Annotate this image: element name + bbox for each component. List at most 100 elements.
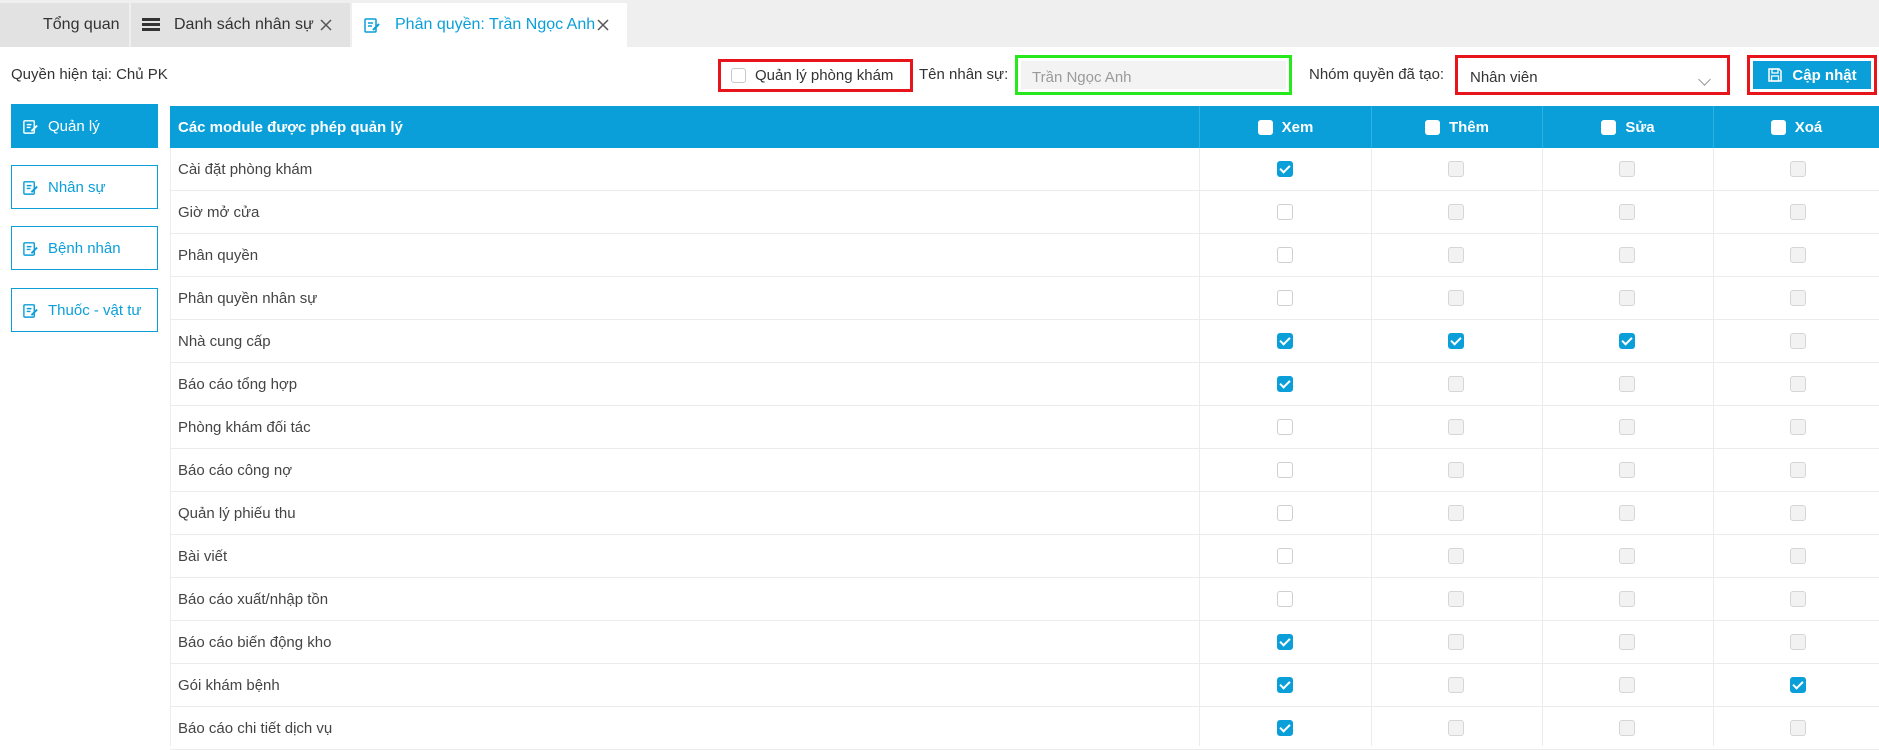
delete-permission-checkbox[interactable] [1790, 548, 1806, 564]
delete-permission-checkbox[interactable] [1790, 247, 1806, 263]
delete-permission-checkbox[interactable] [1790, 376, 1806, 392]
select-all-edit-checkbox[interactable] [1601, 119, 1617, 135]
permission-icon [23, 303, 38, 318]
save-button-frame: Cập nhật [1747, 55, 1877, 95]
sidebar-item-management[interactable]: Quản lý [11, 104, 158, 148]
delete-permission-checkbox[interactable] [1790, 591, 1806, 607]
view-permission-checkbox[interactable] [1277, 548, 1293, 564]
delete-permission-checkbox[interactable] [1790, 462, 1806, 478]
edit-permission-checkbox[interactable] [1619, 333, 1635, 349]
edit-permission-checkbox[interactable] [1619, 247, 1635, 263]
delete-permission-checkbox[interactable] [1790, 505, 1806, 521]
add-permission-checkbox[interactable] [1448, 720, 1464, 736]
add-permission-checkbox[interactable] [1448, 247, 1464, 263]
add-permission-checkbox[interactable] [1448, 161, 1464, 177]
edit-permission-checkbox[interactable] [1619, 591, 1635, 607]
edit-permission-checkbox[interactable] [1619, 419, 1635, 435]
tab-staff-list[interactable]: Danh sách nhân sự [131, 3, 350, 47]
save-icon [1768, 68, 1783, 82]
delete-column-header[interactable]: Xoá [1714, 106, 1879, 148]
edit-permission-checkbox[interactable] [1619, 720, 1635, 736]
view-permission-checkbox[interactable] [1277, 204, 1293, 220]
edit-permission-checkbox[interactable] [1619, 462, 1635, 478]
tab-label: Danh sách nhân sự [174, 16, 314, 33]
add-permission-checkbox[interactable] [1448, 591, 1464, 607]
add-permission-checkbox[interactable] [1448, 290, 1464, 306]
add-permission-checkbox[interactable] [1448, 548, 1464, 564]
close-icon[interactable] [316, 15, 336, 35]
permission-icon [23, 119, 38, 134]
table-row: Quản lý phiếu thu [170, 492, 1879, 535]
delete-permission-checkbox[interactable] [1790, 333, 1806, 349]
table-row: Giờ mở cửa [170, 191, 1879, 234]
edit-permission-checkbox[interactable] [1619, 376, 1635, 392]
sidebar-item-medicine-supplies[interactable]: Thuốc - vật tư [11, 288, 158, 332]
delete-permission-checkbox[interactable] [1790, 204, 1806, 220]
edit-column-header[interactable]: Sửa [1543, 106, 1713, 148]
clinic-manager-label: Quản lý phòng khám [755, 67, 894, 84]
edit-permission-checkbox[interactable] [1619, 290, 1635, 306]
module-name: Báo cáo công nợ [178, 462, 293, 479]
permission-group-select[interactable]: Nhân viên [1461, 61, 1724, 89]
add-permission-checkbox[interactable] [1448, 505, 1464, 521]
column-label: Xem [1281, 118, 1314, 136]
add-permission-checkbox[interactable] [1448, 634, 1464, 650]
view-permission-checkbox[interactable] [1277, 161, 1293, 177]
permission-group-select-frame: Nhân viên [1455, 55, 1730, 95]
delete-permission-checkbox[interactable] [1790, 677, 1806, 693]
view-permission-checkbox[interactable] [1277, 634, 1293, 650]
view-permission-checkbox[interactable] [1277, 376, 1293, 392]
add-column-header[interactable]: Thêm [1372, 106, 1542, 148]
staff-name-field-frame: Trần Ngọc Anh [1015, 55, 1292, 95]
view-column-header[interactable]: Xem [1200, 106, 1371, 148]
delete-permission-checkbox[interactable] [1790, 634, 1806, 650]
edit-permission-checkbox[interactable] [1619, 505, 1635, 521]
delete-permission-checkbox[interactable] [1790, 419, 1806, 435]
permission-group-value: Nhân viên [1470, 69, 1538, 86]
view-permission-checkbox[interactable] [1277, 720, 1293, 736]
save-button[interactable]: Cập nhật [1753, 61, 1871, 89]
add-permission-checkbox[interactable] [1448, 376, 1464, 392]
table-row: Báo cáo công nợ [170, 449, 1879, 492]
view-permission-checkbox[interactable] [1277, 591, 1293, 607]
checkbox-box[interactable] [731, 68, 746, 83]
view-permission-checkbox[interactable] [1277, 419, 1293, 435]
column-label: Sửa [1625, 118, 1655, 136]
sidebar-item-staff[interactable]: Nhân sự [11, 165, 158, 209]
delete-permission-checkbox[interactable] [1790, 161, 1806, 177]
staff-name-field[interactable]: Trần Ngọc Anh [1021, 61, 1286, 89]
edit-permission-checkbox[interactable] [1619, 634, 1635, 650]
view-permission-checkbox[interactable] [1277, 677, 1293, 693]
current-role-text: Quyền hiện tại: Chủ PK [11, 66, 168, 83]
table-row: Phân quyền nhân sự [170, 277, 1879, 320]
module-name: Báo cáo xuất/nhập tồn [178, 591, 329, 608]
add-permission-checkbox[interactable] [1448, 677, 1464, 693]
add-permission-checkbox[interactable] [1448, 333, 1464, 349]
edit-permission-checkbox[interactable] [1619, 161, 1635, 177]
tab-permissions[interactable]: Phân quyền: Trần Ngọc Anh [352, 3, 627, 47]
sidebar-item-patients[interactable]: Bệnh nhân [11, 226, 158, 270]
edit-permission-checkbox[interactable] [1619, 677, 1635, 693]
close-icon[interactable] [593, 15, 613, 35]
select-all-delete-checkbox[interactable] [1770, 119, 1786, 135]
column-label: Xoá [1794, 118, 1823, 136]
edit-permission-checkbox[interactable] [1619, 204, 1635, 220]
sidebar-item-label: Quản lý [48, 117, 100, 135]
table-row: Gói khám bệnh [170, 664, 1879, 707]
view-permission-checkbox[interactable] [1277, 290, 1293, 306]
select-all-add-checkbox[interactable] [1424, 119, 1440, 135]
delete-permission-checkbox[interactable] [1790, 290, 1806, 306]
add-permission-checkbox[interactable] [1448, 204, 1464, 220]
module-name: Phân quyền nhân sự [178, 290, 318, 307]
add-permission-checkbox[interactable] [1448, 462, 1464, 478]
delete-permission-checkbox[interactable] [1790, 720, 1806, 736]
select-all-view-checkbox[interactable] [1257, 119, 1273, 135]
view-permission-checkbox[interactable] [1277, 505, 1293, 521]
view-permission-checkbox[interactable] [1277, 462, 1293, 478]
add-permission-checkbox[interactable] [1448, 419, 1464, 435]
clinic-manager-checkbox[interactable]: Quản lý phòng khám [718, 59, 913, 92]
tab-overview[interactable]: Tổng quan [0, 3, 129, 47]
view-permission-checkbox[interactable] [1277, 333, 1293, 349]
view-permission-checkbox[interactable] [1277, 247, 1293, 263]
edit-permission-checkbox[interactable] [1619, 548, 1635, 564]
